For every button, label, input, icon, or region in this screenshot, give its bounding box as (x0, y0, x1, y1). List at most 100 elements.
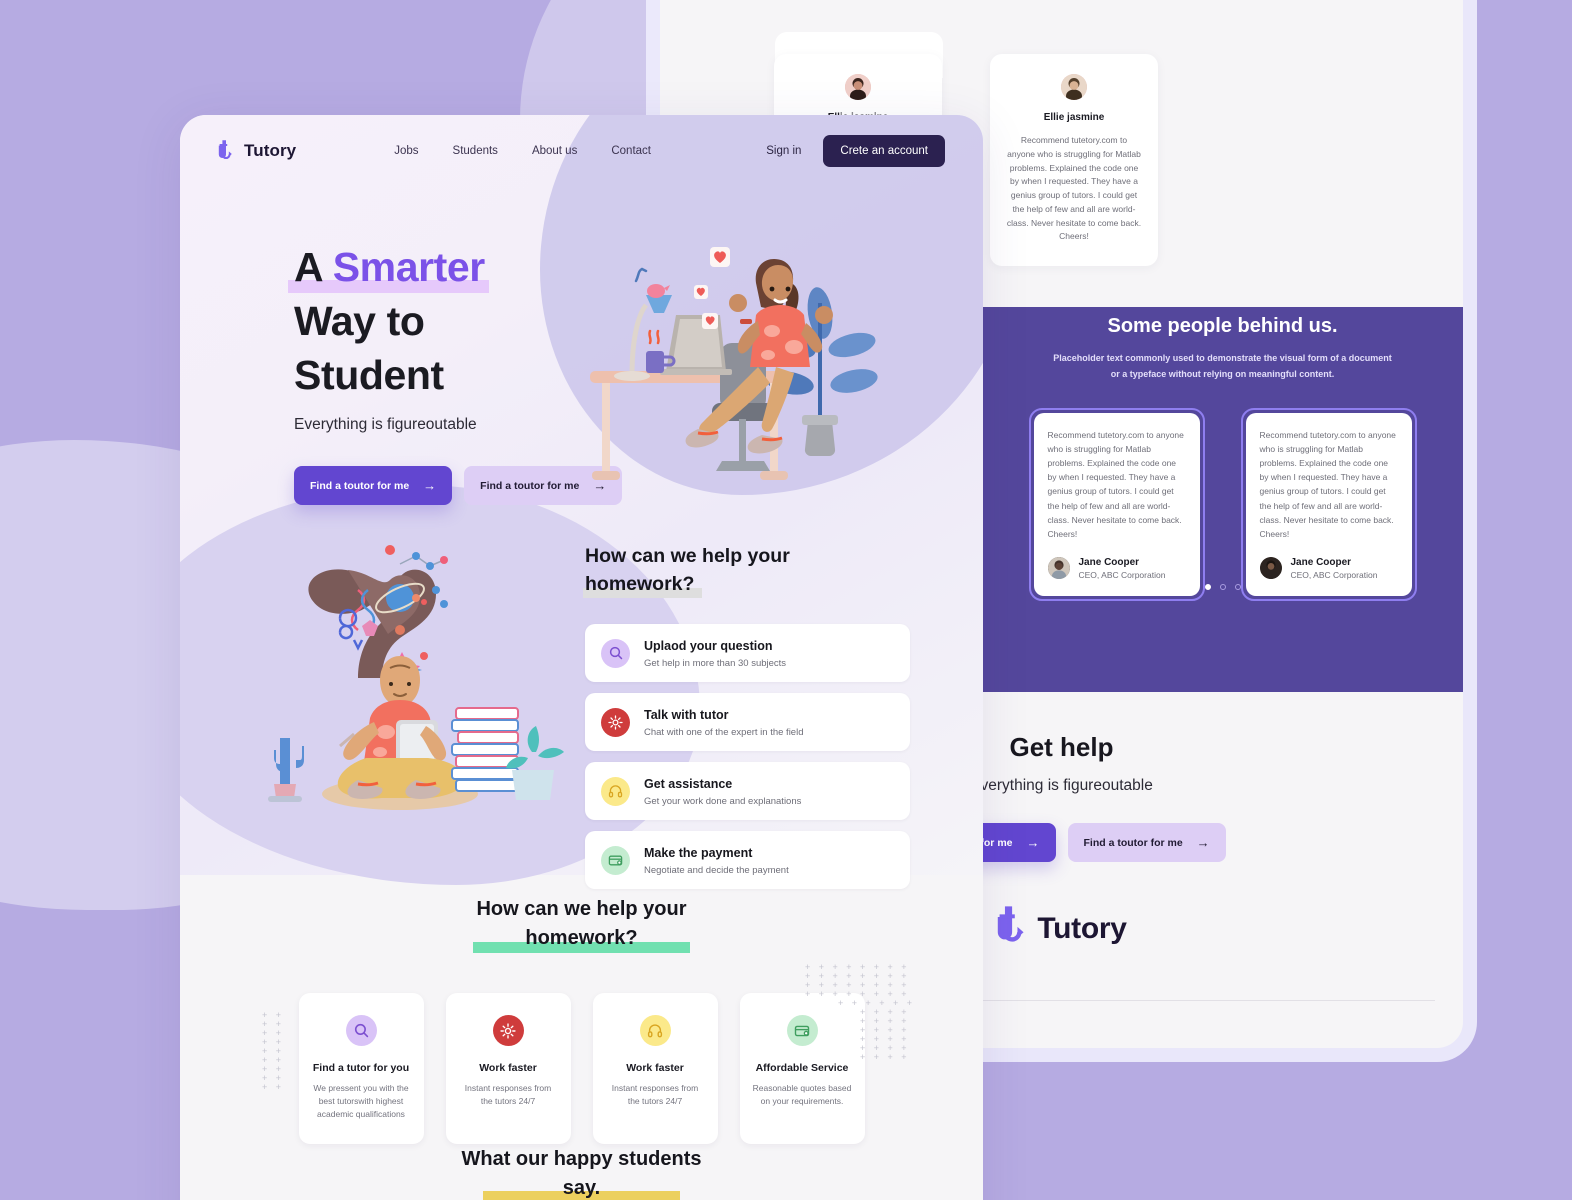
help-item-get-assistance[interactable]: Get assistance Get your work done and ex… (585, 762, 910, 821)
feature-card-affordable-service[interactable]: Affordable Service Reasonable quotes bas… (739, 993, 865, 1144)
brand-logo[interactable]: Tutory (218, 139, 296, 163)
credit-card-icon (601, 845, 630, 875)
feature-card-text: Instant responses from the tutors 24/7 (464, 1083, 552, 1107)
help-heading-highlight: homework? (582, 571, 703, 599)
features-heading-line2: homework? (525, 927, 638, 949)
gear-icon (492, 1015, 524, 1046)
hero-title-line2: Way to (294, 298, 425, 345)
help-item-title: Make the payment (644, 846, 753, 861)
feature-card-title: Find a tutor for you (312, 1062, 410, 1074)
nav-item-contact[interactable]: Contact (611, 145, 651, 157)
hero-title-line1: A Smarter (288, 240, 489, 294)
headphones-icon (601, 776, 630, 806)
carousel-dot-2[interactable] (1219, 584, 1226, 590)
help-item-subtitle: Negotiate and decide the payment (644, 865, 789, 877)
help-item-title: Uplaod your question (644, 639, 773, 654)
nav-actions: Sign in Crete an account (766, 135, 945, 167)
avatar (1047, 557, 1070, 580)
people-behind-subtitle: Placeholder text commonly used to demons… (1053, 353, 1392, 379)
person-quote: Recommend tutetory.com to anyone who is … (1047, 430, 1184, 539)
tutory-logo-icon (996, 904, 1030, 953)
happy-students-title: What our happy students say. (180, 1145, 983, 1200)
person-role: CEO, ABC Corporation (1290, 569, 1378, 580)
hero-primary-label: Find a toutor for me (310, 479, 410, 492)
feature-card-title: Work faster (479, 1062, 537, 1074)
feature-card-text: Reasonable quotes based on your requirem… (752, 1083, 852, 1107)
hero-title-line3: Student (294, 352, 444, 399)
credit-card-icon (786, 1015, 818, 1046)
plus-grid-pattern: + + + + + + + + + + + + + + + + + + (262, 1010, 285, 1092)
carousel-dot-1[interactable] (1204, 584, 1211, 590)
person-card: Recommend tutetory.com to anyone who is … (1033, 413, 1200, 596)
avatar (1259, 557, 1282, 580)
person-quote: Recommend tutetory.com to anyone who is … (1259, 430, 1396, 539)
navbar: Tutory Jobs Students About us Contact Si… (180, 115, 983, 187)
person-role: CEO, ABC Corporation (1078, 569, 1166, 580)
nav-links: Jobs Students About us Contact (394, 145, 651, 157)
tutory-logo-icon (218, 139, 237, 163)
help-item-title: Get assistance (644, 777, 733, 792)
people-behind-us-section: Some people behind us. Placeholder text … (982, 307, 1463, 692)
feature-card-work-faster-1[interactable]: Work faster Instant responses from the t… (445, 993, 571, 1144)
help-item-make-payment[interactable]: Make the payment Negotiate and decide th… (585, 831, 910, 890)
help-section: How can we help your homework? Uplaod yo… (582, 543, 910, 890)
feature-cards-row: + + + + + + + + + + + + + + + + + + + + … (180, 963, 983, 1144)
footer-brand-name: Tutory (1037, 911, 1127, 945)
help-items-list: Uplaod your question Get help in more th… (585, 624, 910, 890)
create-account-button[interactable]: Crete an account (823, 135, 945, 167)
person-meta: Jane Cooper CEO, ABC Corporation (1259, 556, 1398, 580)
help-heading: How can we help your homework? (582, 543, 910, 599)
testimonial-text: Recommend tutetory.com to anyone who is … (1006, 135, 1142, 242)
features-heading-line1: How can we help your (476, 898, 687, 920)
person-card-frame: Recommend tutetory.com to anyone who is … (1240, 408, 1417, 601)
hero-illustration (580, 243, 920, 523)
feature-card-work-faster-2[interactable]: Work faster Instant responses from the t… (592, 993, 718, 1144)
testimonial-name: Ellie jasmine (1043, 112, 1105, 123)
help-item-upload-question[interactable]: Uplaod your question Get help in more th… (585, 624, 910, 683)
happy-line1: What our happy students (461, 1148, 702, 1170)
person-meta: Jane Cooper CEO, ABC Corporation (1047, 556, 1186, 580)
feature-card-title: Work faster (626, 1062, 684, 1074)
help-item-subtitle: Get help in more than 30 subjects (644, 658, 787, 670)
features-section: How can we help your homework? + + + + +… (180, 895, 983, 1144)
help-illustration (240, 540, 570, 830)
nav-item-students[interactable]: Students (453, 145, 498, 157)
person-card: Recommend tutetory.com to anyone who is … (1245, 413, 1412, 596)
help-heading-line1: How can we help your (585, 545, 790, 567)
search-icon (345, 1015, 377, 1046)
carousel-dot-3[interactable] (1234, 584, 1241, 590)
gear-icon (601, 707, 630, 737)
avatar (845, 74, 871, 100)
get-help-secondary-label: Find a toutor for me (1083, 836, 1183, 849)
nav-item-jobs[interactable]: Jobs (394, 145, 418, 157)
feature-card-title: Affordable Service (755, 1062, 849, 1074)
happy-highlight: say. (481, 1174, 682, 1200)
person-name: Jane Cooper (1290, 556, 1352, 568)
happy-students-heading: What our happy students say. (180, 1145, 983, 1200)
search-icon (601, 638, 630, 668)
hero-secondary-label: Find a toutor for me (480, 479, 580, 492)
help-item-subtitle: Chat with one of the expert in the field (644, 727, 804, 739)
avatar (1061, 74, 1087, 100)
help-heading-line2: homework? (585, 572, 695, 595)
sign-in-link[interactable]: Sign in (766, 145, 801, 157)
happy-line2: say. (562, 1177, 601, 1199)
people-behind-title: Some people behind us. (1107, 315, 1338, 337)
arrow-right-icon: → (423, 478, 437, 494)
arrow-right-icon: → (1196, 835, 1210, 850)
carousel-dots[interactable] (982, 584, 1463, 590)
hero-title-a: A (294, 244, 333, 290)
front-panel: Tutory Jobs Students About us Contact Si… (180, 115, 983, 1200)
person-card-frame: Recommend tutetory.com to anyone who is … (1028, 408, 1205, 601)
nav-item-about-us[interactable]: About us (532, 145, 577, 157)
feature-card-text: Instant responses from the tutors 24/7 (611, 1083, 699, 1107)
hero-primary-button[interactable]: Find a toutor for me → (294, 466, 453, 506)
testimonial-card: Ellie jasmine Recommend tutetory.com to … (990, 54, 1158, 267)
feature-card-find-tutor[interactable]: Find a tutor for you We pressent you wit… (298, 993, 424, 1144)
help-item-talk-with-tutor[interactable]: Talk with tutor Chat with one of the exp… (585, 693, 910, 752)
person-name: Jane Cooper (1078, 556, 1140, 568)
features-heading: How can we help your homework? (180, 895, 983, 953)
feature-card-text: We pressent you with the best tutorswith… (313, 1083, 409, 1120)
features-heading-highlight: homework? (473, 924, 690, 953)
get-help-secondary-button[interactable]: Find a toutor for me → (1067, 823, 1226, 862)
